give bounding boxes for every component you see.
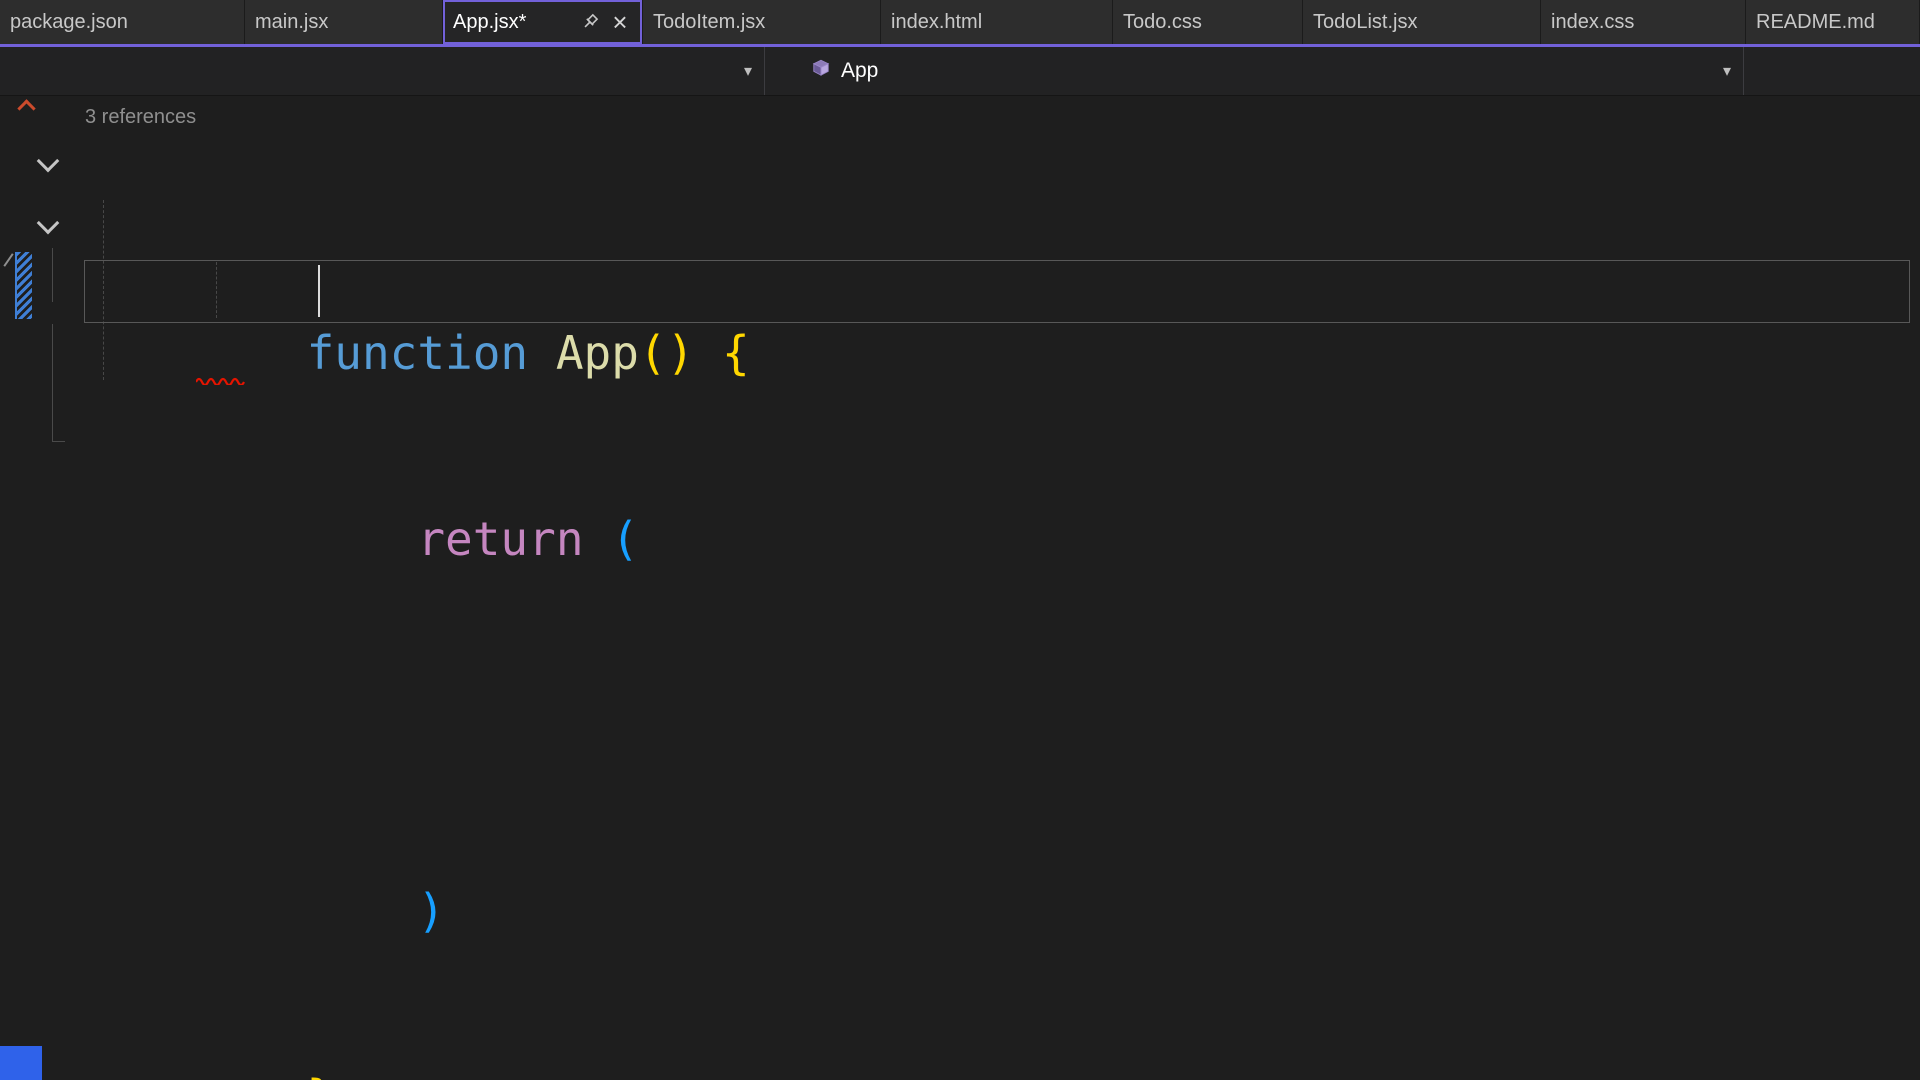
tab-index-html[interactable]: index.html [881,0,1113,44]
tab-todolist-jsx[interactable]: TodoList.jsx [1303,0,1541,44]
pin-icon[interactable] [578,10,602,34]
code-token: ) [417,884,446,938]
code-line: ) [85,818,805,938]
fold-chevron-icon[interactable] [36,211,60,235]
code-token: () [638,326,695,380]
tab-label: README.md [1756,10,1875,33]
code-token: App [555,326,639,380]
code-token: function [306,326,529,380]
tab-package-json[interactable]: package.json [0,0,245,44]
code-token: return [417,512,584,566]
navbar-spacer [1744,47,1920,95]
code-line: return ( [85,446,805,566]
tab-label: TodoList.jsx [1313,10,1418,33]
tab-label: Todo.css [1123,10,1202,33]
codelens-references[interactable]: 3 references [85,106,196,129]
outline-scope-line [52,248,53,302]
tab-main-jsx[interactable]: main.jsx [245,0,443,44]
class-cube-icon [811,58,831,84]
code-editor[interactable]: 3 references function App() { return ( )… [0,96,1920,1080]
outline-scope-line [52,324,53,441]
code-line: } [85,1004,805,1080]
tab-label: App.jsx* [453,10,527,33]
tab-todo-css[interactable]: Todo.css [1113,0,1303,44]
member-dropdown[interactable]: App ▾ [765,47,1744,95]
tab-label: package.json [10,10,128,33]
tab-todoitem-jsx[interactable]: TodoItem.jsx [643,0,881,44]
tab-readme-md[interactable]: README.md [1746,0,1920,44]
code-token: } [307,1070,335,1080]
fold-chevron-icon[interactable] [36,149,60,173]
member-dropdown-value: App [841,59,879,82]
tab-index-css[interactable]: index.css [1541,0,1746,44]
tab-bar: package.json main.jsx App.jsx* × TodoIte… [0,0,1920,47]
tab-label: main.jsx [255,10,329,33]
code-token: ( [611,512,639,566]
chevron-down-icon[interactable]: ▾ [744,61,752,81]
change-indicator [15,252,32,319]
margin-caret-icon [3,253,14,267]
tab-label: index.html [891,10,983,33]
close-icon[interactable]: × [608,7,632,37]
ide-window: package.json main.jsx App.jsx* × TodoIte… [0,0,1920,1080]
code-line: function App() { [85,260,805,380]
outline-scope-tick [52,441,65,442]
tab-app-jsx[interactable]: App.jsx* × [443,0,643,44]
close-glyph: × [612,7,628,37]
type-dropdown[interactable]: ▾ [0,47,765,95]
error-squiggle [195,372,246,387]
code-token: { [722,326,750,380]
error-margin-mark [17,99,36,118]
tab-label: index.css [1551,10,1635,33]
navigation-bar: ▾ App ▾ [0,47,1920,96]
chevron-down-icon[interactable]: ▾ [1723,61,1731,81]
status-bar-corner[interactable] [0,1046,42,1080]
code-line-current [85,632,805,694]
code-content: function App() { return ( ) } export def… [85,136,805,1080]
tab-label: TodoItem.jsx [653,10,766,33]
